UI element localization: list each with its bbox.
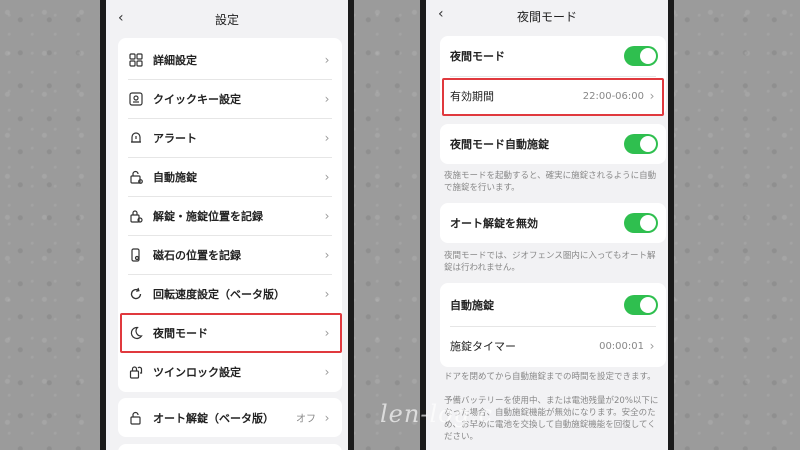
night-mode-label: 夜間モード: [450, 50, 505, 63]
night-mode-toggle-row: 夜間モード: [440, 36, 666, 76]
chevron-right-icon: ›: [324, 364, 330, 379]
chevron-right-icon: ›: [324, 169, 330, 184]
lock-timer-value: 00:00:01: [599, 340, 644, 352]
settings-item-label: 解錠・施錠位置を記録: [153, 209, 263, 223]
lock-timer-note: ドアを閉めてから自動施錠までの時間を設定できます。: [444, 372, 656, 382]
alert-bell-icon: [128, 130, 144, 146]
keypad-icon: [128, 91, 144, 107]
disable-auto-unlock-toggle[interactable]: [624, 213, 658, 233]
disable-auto-unlock-label: オート解錠を無効: [450, 217, 538, 230]
chevron-right-icon: ›: [324, 286, 330, 301]
night-mode-screen: ‹ 夜間モード 夜間モード 有効期間 22:00-06:00 › 夜間モード自動…: [426, 0, 668, 450]
chevron-right-icon: ›: [324, 208, 330, 223]
settings-item-twin-lock[interactable]: ツインロック設定 ›: [118, 352, 342, 391]
settings-item-record-magnet[interactable]: 磁石の位置を記録 ›: [118, 235, 342, 274]
valid-period-highlight-box: [442, 78, 664, 116]
settings-item-auto-lock[interactable]: 自動施錠 ›: [118, 157, 342, 196]
twin-lock-icon: [128, 364, 144, 380]
night-auto-lock-label: 夜間モード自動施錠: [450, 138, 549, 151]
left-phone: ‹ 設定 詳細設定 › クイックキー設定 › アラート › 自動施錠 › 解錠・…: [100, 0, 354, 450]
chevron-right-icon: ›: [324, 410, 330, 425]
night-auto-lock-note: 夜施モードを起動すると、確実に施錠されるように自動で施錠を行います。: [444, 171, 657, 193]
disable-auto-unlock-row: オート解錠を無効: [440, 203, 666, 243]
lock-gear-icon: [128, 208, 144, 224]
auto-lock-card: 自動施錠 施錠タイマー 00:00:01 ›: [440, 283, 666, 367]
night-mode-header: ‹ 夜間モード: [426, 0, 668, 32]
settings-item-label: 磁石の位置を記録: [153, 248, 241, 262]
night-auto-lock-toggle[interactable]: [624, 134, 658, 154]
settings-item-label: オート解錠（ベータ版）: [153, 411, 274, 425]
night-auto-lock-card: 夜間モード自動施錠: [440, 124, 666, 164]
settings-screen: ‹ 設定 詳細設定 › クイックキー設定 › アラート › 自動施錠 › 解錠・…: [106, 0, 348, 450]
night-mode-highlight-box: [120, 313, 342, 353]
next-card-partial: [118, 444, 342, 450]
chevron-right-icon: ›: [324, 130, 330, 145]
disable-auto-unlock-card: オート解錠を無効: [440, 203, 666, 243]
night-auto-lock-row: 夜間モード自動施錠: [440, 124, 666, 164]
auto-lock-toggle[interactable]: [624, 295, 658, 315]
phone-magnet-icon: [128, 247, 144, 263]
night-mode-toggle[interactable]: [624, 46, 658, 66]
settings-item-label: 詳細設定: [153, 53, 197, 67]
right-phone: ‹ 夜間モード 夜間モード 有効期間 22:00-06:00 › 夜間モード自動…: [420, 0, 674, 450]
lock-timer-row[interactable]: 施錠タイマー 00:00:01 ›: [440, 326, 666, 366]
settings-item-rotation-speed[interactable]: 回転速度設定（ベータ版） ›: [118, 274, 342, 313]
auto-unlock-value: オフ: [296, 414, 316, 425]
chevron-right-icon: ›: [324, 52, 330, 67]
page-title: 設定: [214, 12, 239, 27]
settings-item-alert[interactable]: アラート ›: [118, 118, 342, 157]
grid-icon: [128, 52, 144, 68]
chevron-right-icon: ›: [324, 91, 330, 106]
settings-item-quick-key[interactable]: クイックキー設定 ›: [118, 79, 342, 118]
unlock-icon: [128, 410, 144, 426]
settings-item-label: クイックキー設定: [153, 92, 241, 106]
auto-lock-row: 自動施錠: [440, 285, 666, 325]
chevron-right-icon: ›: [649, 339, 655, 353]
auto-lock-label: 自動施錠: [450, 299, 494, 312]
back-chevron-icon[interactable]: ‹: [438, 6, 444, 22]
settings-item-label: 回転速度設定（ベータ版）: [153, 287, 285, 301]
page-title: 夜間モード: [516, 9, 577, 24]
lock-timer-label: 施錠タイマー: [450, 340, 516, 353]
back-chevron-icon[interactable]: ‹: [118, 10, 124, 26]
rotate-icon: [128, 286, 144, 302]
settings-item-label: 自動施錠: [153, 170, 197, 184]
settings-item-label: アラート: [153, 131, 197, 145]
watermark: len-log.c: [380, 400, 494, 428]
settings-item-advanced[interactable]: 詳細設定 ›: [118, 40, 342, 79]
settings-header: ‹ 設定: [106, 0, 348, 38]
auto-unlock-card: オート解錠（ベータ版） オフ ›: [118, 398, 342, 437]
settings-item-label: ツインロック設定: [153, 365, 241, 379]
settings-item-record-lock-position[interactable]: 解錠・施錠位置を記録 ›: [118, 196, 342, 235]
auto-lock-icon: [128, 169, 144, 185]
settings-item-auto-unlock[interactable]: オート解錠（ベータ版） オフ ›: [118, 398, 342, 437]
disable-auto-unlock-note: 夜間モードでは、ジオフェンス圏内に入ってもオート解錠は行われません。: [444, 251, 656, 273]
chevron-right-icon: ›: [324, 247, 330, 262]
